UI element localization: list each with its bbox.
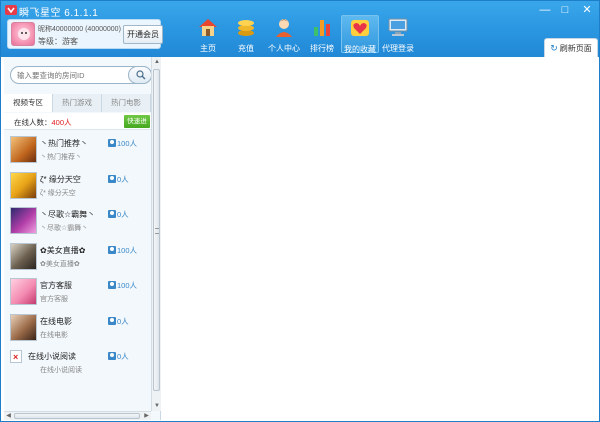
room-name: ✿美女直播✿ xyxy=(40,245,86,255)
room-thumbnail xyxy=(10,242,37,270)
open-vip-button[interactable]: 开通会员 xyxy=(123,25,163,44)
person-icon xyxy=(108,245,116,254)
room-list: 丶热门推荐丶 丶热门推荐丶 100人 ζ* 缘分天空 ζ* 缘分天空 0人 丶尽… xyxy=(4,133,151,382)
room-user-count: 0人 xyxy=(108,316,129,327)
room-user-count: 100人 xyxy=(108,280,137,291)
room-subtitle: 丶尽歌☆霸舞丶 xyxy=(40,225,89,232)
broken-image-icon: × xyxy=(10,350,22,363)
room-user-count: 100人 xyxy=(108,138,137,149)
room-subtitle: ζ* 缘分天空 xyxy=(40,189,76,197)
room-name: 官方客服 xyxy=(40,281,72,290)
list-item[interactable]: 官方客服 官方客服 100人 xyxy=(4,275,151,311)
list-item[interactable]: ζ* 缘分天空 ζ* 缘分天空 0人 xyxy=(4,169,151,205)
user-level: 等级：游客 xyxy=(38,37,78,46)
search-box xyxy=(10,66,152,84)
list-item[interactable]: 在线电影 在线电影 0人 xyxy=(4,311,151,347)
online-row: 在线人数：400人 快速进 xyxy=(4,113,151,130)
user-card: 昵称40000000 (40000000) 等级：游客 开通会员 xyxy=(7,19,163,49)
favorites-icon xyxy=(351,20,369,36)
scroll-right-arrow-icon[interactable]: ▶ xyxy=(142,412,151,421)
app-logo-icon xyxy=(5,5,17,15)
title-bar: 瞬飞星空 6.1.1.1 — □ ✕ 昵称40000000 (40000000)… xyxy=(1,1,599,57)
room-id-search-input[interactable] xyxy=(17,69,125,82)
nav-recharge[interactable]: 充值 xyxy=(227,15,265,53)
horizontal-scrollbar[interactable]: ◀ ▶ xyxy=(4,411,151,420)
room-user-count: 0人 xyxy=(108,209,129,220)
room-thumbnail xyxy=(10,136,37,163)
ranking-icon xyxy=(314,20,330,36)
online-count-label: 在线人数：400人 xyxy=(14,118,72,127)
room-name: ζ* 缘分天空 xyxy=(40,174,81,184)
close-button[interactable]: ✕ xyxy=(575,1,599,19)
content-area xyxy=(161,57,599,420)
nav-home[interactable]: 主页 xyxy=(189,15,227,53)
home-icon xyxy=(199,19,217,36)
tab-hot-movies[interactable]: 热门电影 xyxy=(102,94,151,112)
scrollbar-thumb[interactable] xyxy=(153,69,160,391)
category-tabs: 视频专区 热门游戏 热门电影 xyxy=(4,94,151,112)
person-icon xyxy=(108,281,116,289)
tab-hot-games[interactable]: 热门游戏 xyxy=(53,94,102,112)
coins-icon xyxy=(238,20,254,36)
nav-ranking[interactable]: 排行榜 xyxy=(303,15,341,53)
search-icon xyxy=(136,70,146,80)
room-thumbnail xyxy=(10,278,37,305)
top-nav: 主页 充值 个人中心 排行榜 我的收藏 代理登录 xyxy=(189,15,417,54)
nav-user-center[interactable]: 个人中心 xyxy=(265,15,303,53)
refresh-page-tab[interactable]: ↻ 刷新页面 xyxy=(544,38,598,57)
room-thumbnail xyxy=(10,313,37,341)
avatar[interactable] xyxy=(11,22,35,46)
refresh-label: 刷新页面 xyxy=(559,44,592,53)
left-panel: 视频专区 热门游戏 热门电影 在线人数：400人 快速进 丶热门推荐丶 丶热门推… xyxy=(4,57,161,420)
scrollbar-thumb[interactable] xyxy=(14,413,140,419)
app-title: 瞬飞星空 6.1.1.1 xyxy=(19,8,99,19)
room-subtitle: 丶热门推荐丶 xyxy=(40,154,82,161)
nav-label: 代理登录 xyxy=(382,44,414,53)
monitor-icon xyxy=(388,18,408,36)
room-name: 丶热门推荐丶 xyxy=(40,139,88,148)
maximize-button[interactable]: □ xyxy=(555,1,575,19)
room-user-count: 100人 xyxy=(108,245,137,256)
app-window: 瞬飞星空 6.1.1.1 — □ ✕ 昵称40000000 (40000000)… xyxy=(0,0,600,422)
quick-enter-button[interactable]: 快速进 xyxy=(124,115,150,128)
room-name: 在线小说阅读 xyxy=(28,352,76,361)
online-count: 400人 xyxy=(51,118,72,127)
nav-label: 我的收藏 xyxy=(344,45,376,54)
user-center-icon xyxy=(276,19,292,37)
tab-video[interactable]: 视频专区 xyxy=(4,94,53,112)
list-item[interactable]: 丶热门推荐丶 丶热门推荐丶 100人 xyxy=(4,133,151,169)
room-thumbnail xyxy=(10,207,37,234)
person-icon xyxy=(108,316,116,325)
room-name: 在线电影 xyxy=(40,316,72,326)
scroll-left-arrow-icon[interactable]: ◀ xyxy=(4,412,13,421)
nav-agent-login[interactable]: 代理登录 xyxy=(379,15,417,53)
room-user-count: 0人 xyxy=(108,174,129,185)
nav-label: 排行榜 xyxy=(310,44,334,53)
refresh-icon: ↻ xyxy=(550,43,558,53)
nav-label: 充值 xyxy=(238,44,254,53)
room-user-count: 0人 xyxy=(108,351,129,362)
search-button[interactable] xyxy=(128,66,152,84)
person-icon xyxy=(108,352,116,360)
minimize-button[interactable]: — xyxy=(535,1,555,19)
list-item[interactable]: 丶尽歌☆霸舞丶 丶尽歌☆霸舞丶 0人 xyxy=(4,204,151,240)
list-item[interactable]: ✿美女直播✿ ✿美女直播✿ 100人 xyxy=(4,240,151,276)
room-subtitle: 在线电影 xyxy=(40,331,68,339)
room-name: 丶尽歌☆霸舞丶 xyxy=(40,210,96,219)
room-thumbnail xyxy=(10,171,37,199)
nav-favorites[interactable]: 我的收藏 xyxy=(341,15,379,54)
nav-label: 主页 xyxy=(200,44,216,53)
room-subtitle: 官方客服 xyxy=(40,296,68,303)
person-icon xyxy=(108,210,116,218)
person-icon xyxy=(108,139,116,147)
user-id: 昵称40000000 (40000000) xyxy=(38,26,121,33)
vertical-scrollbar[interactable]: ▲ ▼ xyxy=(151,57,161,411)
nav-label: 个人中心 xyxy=(268,44,300,53)
room-subtitle: 在线小说阅读 xyxy=(40,367,82,374)
person-icon xyxy=(108,174,116,183)
list-item[interactable]: × 在线小说阅读 在线小说阅读 0人 xyxy=(4,346,151,382)
room-subtitle: ✿美女直播✿ xyxy=(40,260,80,268)
